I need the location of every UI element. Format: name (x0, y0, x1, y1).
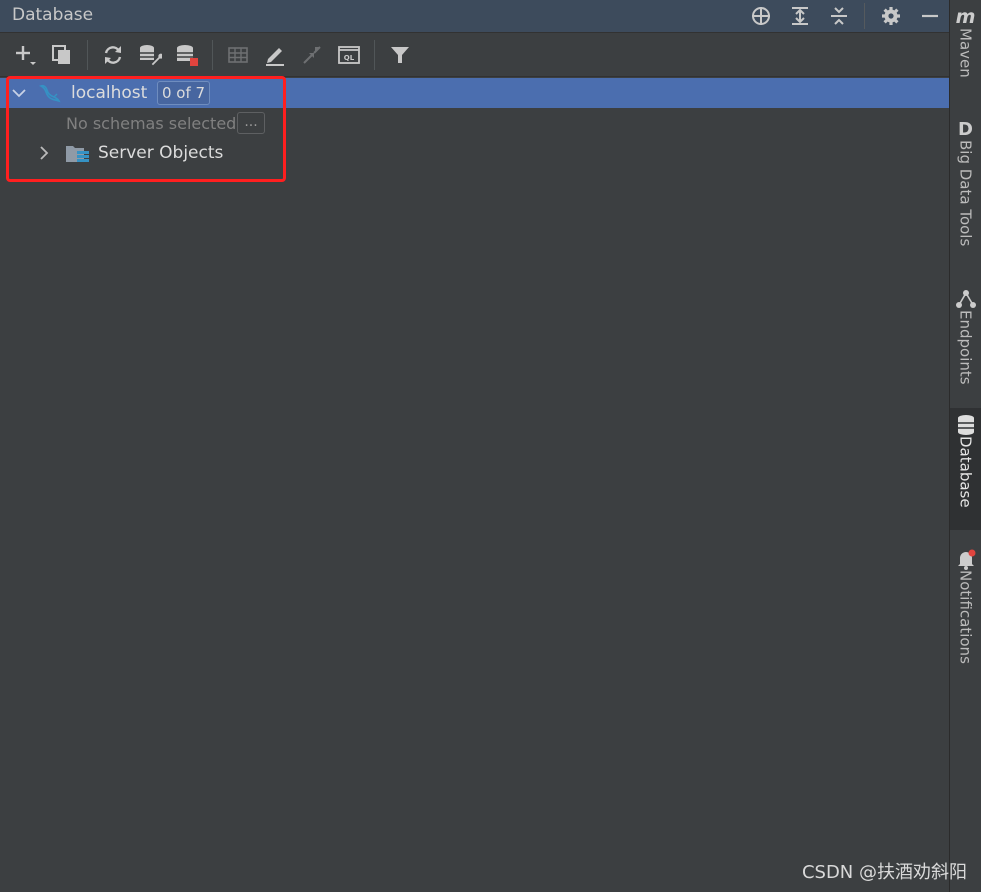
toolbar-separator (212, 39, 213, 70)
chevron-right-icon (40, 146, 49, 160)
data-source-properties-icon (140, 44, 162, 67)
stripe-label-big-data-tools: Big Data Tools (956, 140, 975, 247)
refresh-button[interactable] (100, 42, 126, 68)
toolbar-separator (87, 39, 88, 70)
chevron-down-icon (12, 89, 26, 98)
bell-icon (955, 548, 977, 570)
panel-title: Database (12, 5, 94, 25)
refresh-icon (104, 45, 122, 64)
filter-icon (391, 46, 409, 63)
database-stop-icon (177, 44, 198, 66)
data-source-properties-button[interactable] (137, 42, 163, 68)
stop-button[interactable] (174, 42, 200, 68)
endpoints-icon (955, 288, 977, 310)
query-console-icon: QL (338, 45, 360, 64)
query-console-button[interactable]: QL (336, 42, 362, 68)
choose-schemas-button[interactable]: ... (237, 112, 265, 134)
add-icon (16, 45, 36, 65)
pencil-icon (266, 47, 284, 66)
tree-node-localhost[interactable]: localhost 0 of 7 (0, 78, 949, 108)
title-bar-actions (735, 0, 943, 32)
big-data-glyph: D (958, 118, 973, 140)
expander-toggle[interactable] (11, 85, 27, 101)
add-button[interactable] (12, 42, 38, 68)
locate-button[interactable] (748, 3, 774, 29)
table-icon (228, 46, 248, 63)
tree-node-server-objects[interactable]: Server Objects (0, 138, 949, 168)
expand-all-button[interactable] (787, 3, 813, 29)
database-icon (955, 414, 977, 436)
connection-label: localhost (71, 83, 148, 103)
expand-all-icon (792, 7, 808, 25)
database-tree: localhost 0 of 7 No schemas selected ... (0, 78, 949, 168)
jump-arrows-icon (303, 45, 321, 64)
hide-button[interactable] (917, 3, 943, 29)
stripe-tab-big-data-tools[interactable]: D Big Data Tools (950, 112, 981, 262)
settings-button[interactable] (878, 3, 904, 29)
stripe-label-notifications: Notifications (956, 570, 975, 664)
minimize-icon (922, 14, 938, 18)
stripe-tab-maven[interactable]: m Maven (950, 0, 981, 100)
server-objects-label: Server Objects (98, 143, 224, 163)
stripe-label-maven: Maven (956, 28, 975, 78)
maven-icon: m (955, 6, 977, 28)
collapse-all-icon (831, 7, 847, 25)
stripe-tab-endpoints[interactable]: Endpoints (950, 282, 981, 392)
database-tool-window: Database QL localhost 0 of 7 No schemas … (0, 0, 981, 892)
stripe-label-endpoints: Endpoints (956, 310, 975, 385)
database-panel: Database QL localhost 0 of 7 No schemas … (0, 0, 949, 892)
stripe-tab-notifications[interactable]: Notifications (950, 542, 981, 682)
server-objects-folder-icon (65, 142, 91, 170)
jump-to-source-button[interactable] (299, 42, 325, 68)
gear-icon (882, 7, 900, 25)
schema-count-badge[interactable]: 0 of 7 (157, 81, 211, 105)
stripe-label-database: Database (956, 436, 975, 508)
mysql-dolphin-icon (38, 82, 62, 108)
big-data-tools-icon: D (955, 118, 977, 140)
edit-button[interactable] (262, 42, 288, 68)
database-toolbar: QL (0, 33, 949, 77)
toolbar-separator (374, 39, 375, 70)
right-tool-stripe: m Maven D Big Data Tools Endpoints Datab… (949, 0, 981, 892)
stripe-tab-database[interactable]: Database (950, 408, 981, 530)
no-schemas-text: No schemas selected (66, 114, 237, 133)
expander-toggle[interactable] (36, 145, 52, 161)
tree-node-no-schemas: No schemas selected ... (0, 108, 949, 138)
crosshair-icon (752, 7, 770, 25)
table-view-button[interactable] (225, 42, 251, 68)
duplicate-button[interactable] (49, 42, 75, 68)
csdn-watermark: CSDN @扶酒劝斜阳 (801, 862, 967, 883)
duplicate-icon (52, 44, 70, 64)
collapse-all-button[interactable] (826, 3, 852, 29)
panel-title-bar: Database (0, 0, 949, 33)
title-bar-separator (864, 3, 865, 29)
ql-text: QL (344, 54, 355, 62)
filter-button[interactable] (387, 42, 413, 68)
maven-glyph: m (955, 6, 976, 28)
